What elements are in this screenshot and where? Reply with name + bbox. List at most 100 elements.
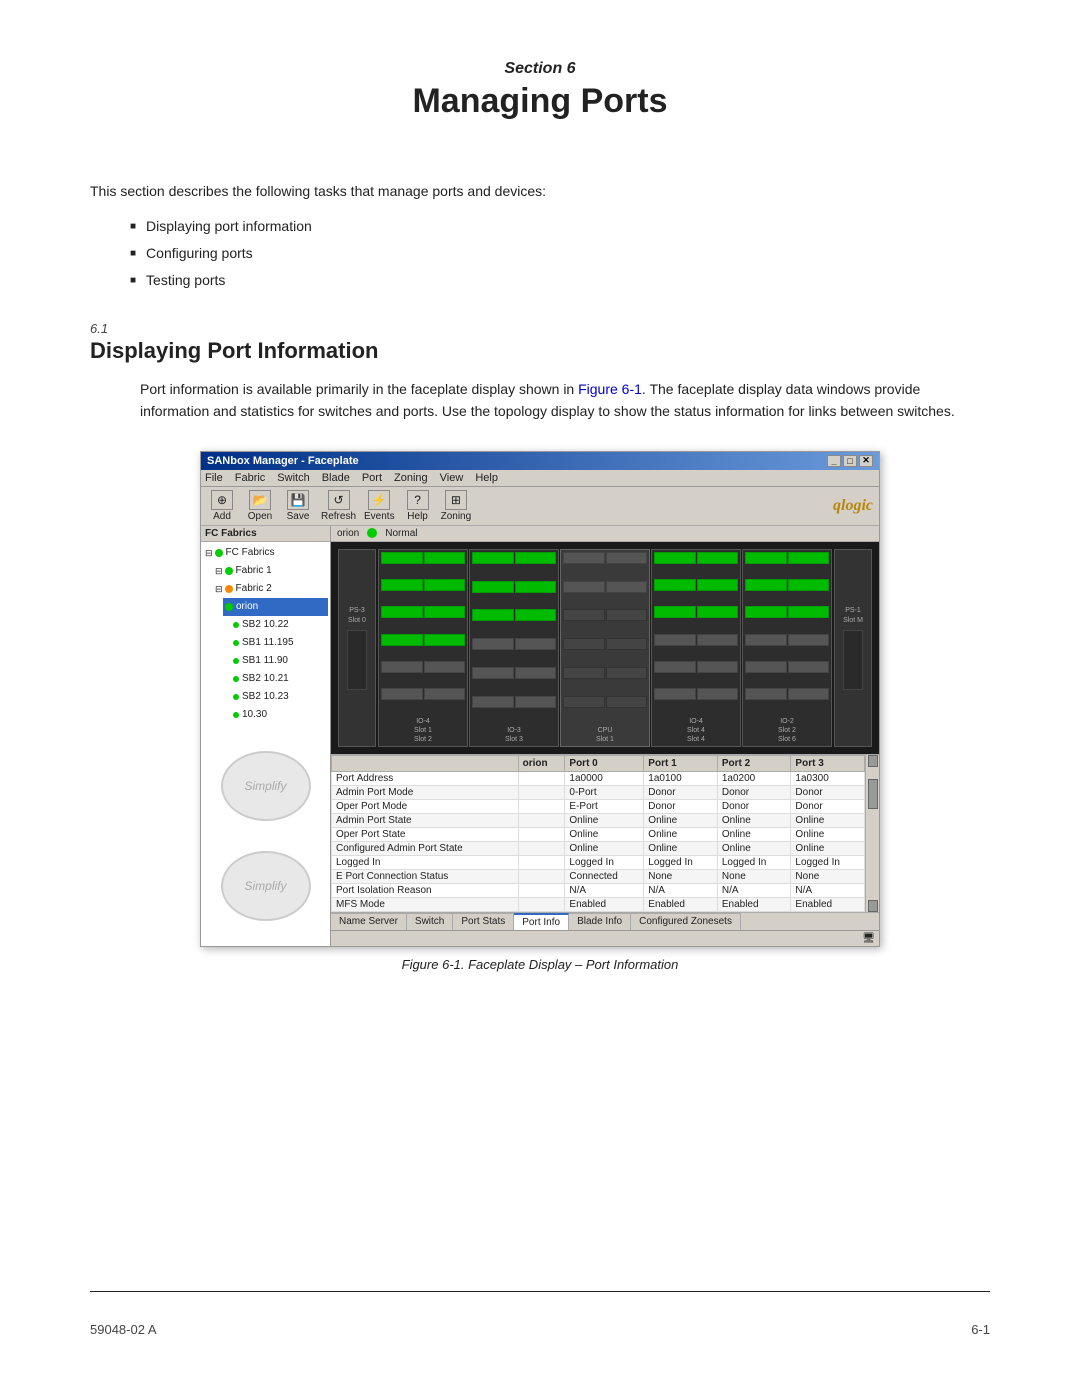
scrollbar-thumb[interactable]	[868, 779, 878, 809]
table-row: Admin Port State Online Online Online On…	[332, 813, 865, 827]
menu-port[interactable]: Port	[362, 472, 382, 484]
blades-container: IO-4Slot 1Slot 2	[378, 549, 832, 747]
table-row: Port Address 1a0000 1a0100 1a0200 1a0300	[332, 771, 865, 785]
table-row: Oper Port Mode E-Port Donor Donor Donor	[332, 799, 865, 813]
toolbar-refresh[interactable]: ↺ Refresh	[321, 490, 356, 522]
tab-blade-info[interactable]: Blade Info	[569, 913, 631, 930]
events-icon: ⚡	[368, 490, 390, 510]
body-text-1: Port information is available primarily …	[140, 378, 990, 423]
intro-paragraph: This section describes the following tas…	[90, 181, 990, 202]
section-title: Managing Ports	[90, 82, 990, 121]
table-wrapper: orion Port 0 Port 1 Port 2 Port 3	[331, 755, 865, 912]
tree-content: ⊟ FC Fabrics ⊟ Fabric 1 ⊟ Fabric	[201, 542, 330, 726]
window-title: SANbox Manager - Faceplate	[207, 455, 359, 467]
right-panel: orion Normal PS-3Slot 0	[331, 526, 879, 946]
fc-fabrics-header: FC Fabrics	[201, 526, 330, 542]
close-button[interactable]: ✕	[859, 455, 873, 467]
toolbar-save[interactable]: 💾 Save	[283, 490, 313, 522]
simplify-area: Simplify Simplify	[201, 726, 330, 946]
open-icon: 📂	[249, 490, 271, 510]
table-body: Port Address 1a0000 1a0100 1a0200 1a0300	[332, 771, 865, 911]
simplify-logo-1: Simplify	[221, 751, 311, 821]
refresh-icon: ↺	[328, 490, 350, 510]
blade-1: IO-4Slot 1Slot 2	[378, 549, 468, 747]
faceplate-body: PS-3Slot 0	[331, 542, 879, 754]
footer-left: 59048-02 A	[90, 1322, 157, 1337]
minimize-button[interactable]: _	[827, 455, 841, 467]
table-row: Port Isolation Reason N/A N/A N/A N/A	[332, 883, 865, 897]
tree-sb2-10-22[interactable]: SB2 10.22	[231, 616, 328, 634]
table-row: Admin Port Mode 0-Port Donor Donor Donor	[332, 785, 865, 799]
bullet-list: Displaying port information Configuring …	[130, 216, 990, 297]
status-dot	[367, 528, 377, 538]
win-menubar: File Fabric Switch Blade Port Zoning Vie…	[201, 470, 879, 487]
win-content: FC Fabrics ⊟ FC Fabrics ⊟ Fabric 1	[201, 526, 879, 946]
status-text: Normal	[385, 528, 417, 539]
tab-port-stats[interactable]: Port Stats	[453, 913, 514, 930]
simplify-logo-2: Simplify	[221, 851, 311, 921]
tab-name-server[interactable]: Name Server	[331, 913, 407, 930]
chassis-area: PS-3Slot 0	[335, 546, 875, 750]
menu-zoning[interactable]: Zoning	[394, 472, 428, 484]
add-icon: ⊕	[211, 490, 233, 510]
menu-file[interactable]: File	[205, 472, 223, 484]
subsection-number: 6.1	[90, 321, 990, 336]
menu-help[interactable]: Help	[475, 472, 498, 484]
tree-sb1-11-195[interactable]: SB1 11.195	[231, 634, 328, 652]
win-controls[interactable]: _ □ ✕	[827, 455, 873, 467]
switch-name-label: orion	[337, 528, 359, 539]
table-row: Logged In Logged In Logged In Logged In …	[332, 855, 865, 869]
toolbar-help[interactable]: ? Help	[403, 490, 433, 522]
subsection-title: Displaying Port Information	[90, 338, 990, 364]
scrollbar[interactable]	[865, 755, 879, 912]
col-header-orion: orion	[518, 755, 565, 771]
qlogic-logo: qlogic	[833, 497, 873, 515]
tab-bar: Name Server Switch Port Stats Port Info …	[331, 912, 879, 930]
tree-fabric1[interactable]: ⊟ Fabric 1	[213, 562, 328, 580]
figure-link[interactable]: Figure 6-1	[578, 381, 642, 397]
tree-sb2-10-23[interactable]: SB2 10.23	[231, 688, 328, 706]
tree-10-30[interactable]: 10.30	[231, 706, 328, 724]
figure-container: SANbox Manager - Faceplate _ □ ✕ File Fa…	[90, 451, 990, 972]
col-header-port3: Port 3	[791, 755, 865, 771]
tree-orion[interactable]: orion	[223, 598, 328, 616]
faceplate-header: orion Normal	[331, 526, 879, 542]
win-toolbar: ⊕ Add 📂 Open 💾 Save ↺ Refresh ⚡ Even	[201, 487, 879, 526]
toolbar-open[interactable]: 📂 Open	[245, 490, 275, 522]
maximize-button[interactable]: □	[843, 455, 857, 467]
tree-sb2-10-21[interactable]: SB2 10.21	[231, 670, 328, 688]
section-header: Section 6 Managing Ports	[90, 60, 990, 121]
win-titlebar: SANbox Manager - Faceplate _ □ ✕	[201, 452, 879, 470]
table-row: Oper Port State Online Online Online Onl…	[332, 827, 865, 841]
sanbox-window: SANbox Manager - Faceplate _ □ ✕ File Fa…	[200, 451, 880, 947]
tree-sb1-11-90[interactable]: SB1 11.90	[231, 652, 328, 670]
tab-port-info[interactable]: Port Info	[514, 913, 569, 930]
col-header-label	[332, 755, 519, 771]
col-header-port1: Port 1	[644, 755, 718, 771]
col-header-port0: Port 0	[565, 755, 644, 771]
footer-right: 6-1	[971, 1322, 990, 1337]
blade-cpu: CPUSlot 1	[560, 549, 650, 747]
tab-switch[interactable]: Switch	[407, 913, 453, 930]
zoning-icon: ⊞	[445, 490, 467, 510]
toolbar-zoning[interactable]: ⊞ Zoning	[441, 490, 472, 522]
page-footer: 59048-02 A 6-1	[90, 1291, 990, 1337]
toolbar-events[interactable]: ⚡ Events	[364, 490, 395, 522]
menu-view[interactable]: View	[440, 472, 464, 484]
status-icons: 🖥	[862, 933, 875, 944]
table-row: E Port Connection Status Connected None …	[332, 869, 865, 883]
tab-configured-zonesets[interactable]: Configured Zonesets	[631, 913, 741, 930]
col-header-port2: Port 2	[717, 755, 791, 771]
menu-blade[interactable]: Blade	[322, 472, 350, 484]
tree-fabric2[interactable]: ⊟ Fabric 2	[213, 580, 328, 598]
menu-switch[interactable]: Switch	[277, 472, 309, 484]
power-left: PS-3Slot 0	[338, 549, 376, 747]
data-table-area: orion Port 0 Port 1 Port 2 Port 3	[331, 754, 879, 946]
bullet-item-1: Displaying port information	[130, 216, 990, 237]
toolbar-add[interactable]: ⊕ Add	[207, 490, 237, 522]
table-with-scrollbar: orion Port 0 Port 1 Port 2 Port 3	[331, 755, 879, 912]
menu-fabric[interactable]: Fabric	[235, 472, 266, 484]
section-label: Section 6	[90, 60, 990, 78]
blade-2: IO-3Slot 3	[469, 549, 559, 747]
tree-root[interactable]: ⊟ FC Fabrics	[203, 544, 328, 562]
